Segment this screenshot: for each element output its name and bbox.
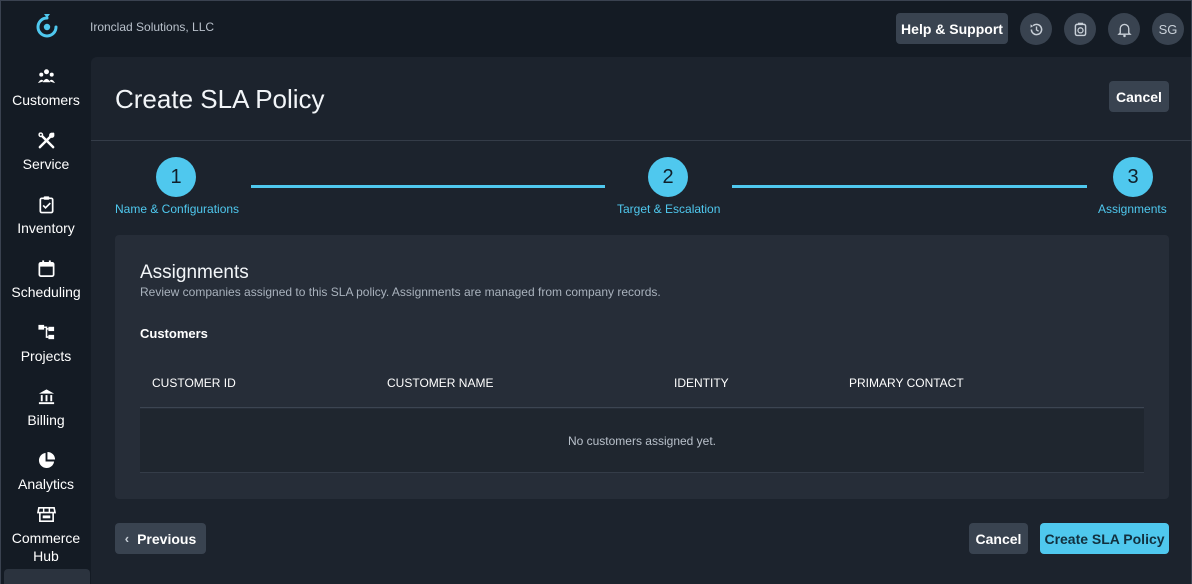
cancel-button-header[interactable]: Cancel bbox=[1109, 81, 1169, 112]
history-icon[interactable] bbox=[1020, 13, 1052, 45]
column-header-customer-id[interactable]: CUSTOMER ID bbox=[152, 376, 236, 390]
bank-icon bbox=[38, 389, 54, 405]
calendar-icon bbox=[38, 260, 54, 277]
sidebar-item-analytics[interactable]: Analytics bbox=[1, 451, 91, 511]
step-3-label[interactable]: Assignments bbox=[1098, 202, 1167, 216]
section-title: Assignments bbox=[140, 262, 249, 283]
chevron-left-icon: ‹ bbox=[124, 531, 130, 546]
sidebar-item-label: Inventory bbox=[17, 220, 75, 236]
page-title: Create SLA Policy bbox=[115, 84, 325, 114]
customers-heading: Customers bbox=[140, 326, 208, 341]
timer-icon[interactable] bbox=[1064, 13, 1096, 45]
sidebar-item-label: Scheduling bbox=[11, 284, 81, 300]
sidebar-item-commerce-hub[interactable]: Commerce Hub bbox=[1, 505, 91, 565]
sidebar-item-label: Analytics bbox=[17, 476, 75, 492]
sidebar-item-label: Billing bbox=[27, 412, 65, 428]
table-header-row: CUSTOMER ID CUSTOMER NAME IDENTITY PRIMA… bbox=[140, 360, 1144, 408]
step-connector bbox=[732, 185, 1087, 188]
sidebar-item-label: Service bbox=[22, 156, 70, 172]
sidebar-item-customers[interactable]: Customers bbox=[1, 67, 91, 127]
assignments-card: Assignments Review companies assigned to… bbox=[115, 235, 1169, 499]
sidebar: Customers Service Inventory Scheduling P… bbox=[1, 57, 91, 584]
step-connector bbox=[251, 185, 605, 188]
sidebar-item-label: Commerce Hub bbox=[11, 530, 81, 564]
main-panel: Create SLA Policy Cancel 1 Name & Config… bbox=[91, 57, 1191, 584]
tools-icon bbox=[37, 132, 54, 149]
header-divider bbox=[91, 140, 1191, 141]
sidebar-item-label: Customers bbox=[12, 92, 80, 108]
hierarchy-icon bbox=[37, 324, 54, 340]
sidebar-item-projects[interactable]: Projects bbox=[1, 323, 91, 383]
section-description: Review companies assigned to this SLA po… bbox=[140, 285, 661, 299]
column-header-primary-contact[interactable]: PRIMARY CONTACT bbox=[849, 376, 964, 390]
clipboard-check-icon bbox=[38, 196, 54, 214]
sidebar-item-service[interactable]: Service bbox=[1, 131, 91, 191]
step-1-circle[interactable]: 1 bbox=[156, 157, 196, 197]
company-name: Ironclad Solutions, LLC bbox=[90, 20, 215, 34]
sidebar-item-scheduling[interactable]: Scheduling bbox=[1, 259, 91, 319]
sidebar-item-inventory[interactable]: Inventory bbox=[1, 195, 91, 255]
create-sla-policy-button[interactable]: Create SLA Policy bbox=[1040, 523, 1169, 554]
user-avatar[interactable]: SG bbox=[1152, 13, 1184, 45]
app-logo-icon[interactable] bbox=[35, 13, 59, 39]
top-bar: Ironclad Solutions, LLC Help & Support S… bbox=[1, 1, 1191, 57]
sidebar-item-partial[interactable] bbox=[4, 569, 90, 584]
table-empty-state: No customers assigned yet. bbox=[140, 409, 1144, 473]
step-3-circle[interactable]: 3 bbox=[1113, 157, 1153, 197]
store-icon bbox=[36, 507, 56, 522]
pie-chart-icon bbox=[38, 451, 55, 469]
step-1-label[interactable]: Name & Configurations bbox=[115, 202, 239, 216]
sidebar-item-billing[interactable]: Billing bbox=[1, 387, 91, 447]
help-support-button[interactable]: Help & Support bbox=[896, 13, 1008, 44]
previous-label: Previous bbox=[137, 530, 197, 547]
customers-icon bbox=[37, 69, 55, 84]
column-header-identity[interactable]: IDENTITY bbox=[674, 376, 729, 390]
step-2-label[interactable]: Target & Escalation bbox=[617, 202, 720, 216]
step-2-circle[interactable]: 2 bbox=[648, 157, 688, 197]
previous-button[interactable]: ‹ Previous bbox=[115, 523, 206, 554]
sidebar-item-label: Projects bbox=[20, 348, 72, 364]
cancel-button[interactable]: Cancel bbox=[969, 523, 1028, 554]
column-header-customer-name[interactable]: CUSTOMER NAME bbox=[387, 376, 493, 390]
bell-icon[interactable] bbox=[1108, 13, 1140, 45]
